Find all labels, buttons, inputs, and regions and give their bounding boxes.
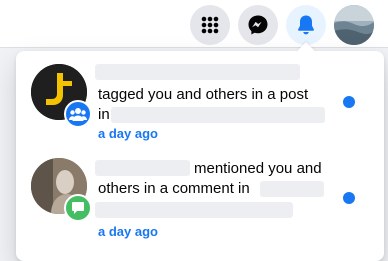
menu-button[interactable]	[190, 5, 230, 45]
group-icon	[69, 108, 87, 121]
redacted-post	[260, 181, 324, 197]
notifications-button[interactable]	[286, 5, 326, 45]
comment-icon	[72, 202, 84, 214]
notification-time[interactable]: a day ago	[98, 126, 158, 141]
notification-text-line-2: others in a comment in	[98, 180, 250, 197]
notification-item[interactable]: tagged you and others in a post in a day…	[16, 51, 384, 149]
unread-indicator	[343, 192, 355, 204]
notification-text-preposition: in	[98, 106, 110, 123]
grid-menu-icon	[201, 16, 219, 34]
notification-item[interactable]: mentioned you and others in a comment in…	[16, 149, 384, 251]
top-bar-divider	[0, 47, 388, 48]
messenger-button[interactable]	[238, 5, 278, 45]
redacted-name	[95, 160, 190, 176]
group-badge	[64, 100, 92, 128]
messenger-icon	[248, 15, 268, 35]
bell-icon	[298, 15, 314, 35]
redacted-post-line-2	[95, 202, 293, 218]
notification-time[interactable]: a day ago	[98, 224, 158, 239]
notification-text: tagged you and others in a post	[98, 86, 309, 103]
notification-text: mentioned you and	[194, 160, 322, 177]
redacted-post	[111, 107, 325, 123]
comment-badge	[64, 194, 92, 222]
account-avatar	[334, 5, 374, 45]
unread-indicator	[343, 96, 355, 108]
account-avatar-button[interactable]	[334, 5, 374, 45]
redacted-name	[95, 64, 300, 80]
